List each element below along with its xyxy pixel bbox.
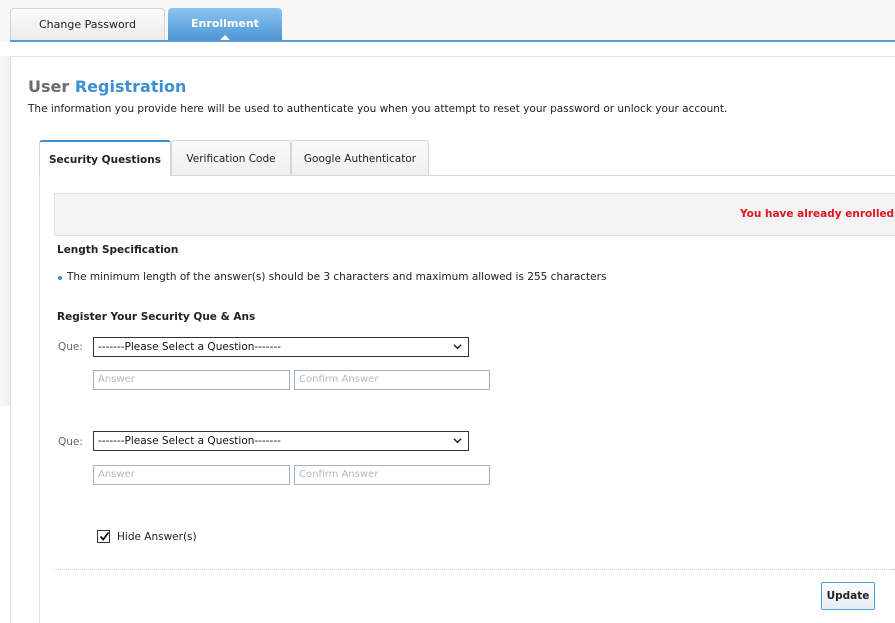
tab-enrollment-label: Enrollment [191,17,259,30]
page-title: User Registration [28,77,186,96]
question-1-selected: -------Please Select a Question------- [98,341,281,353]
chevron-down-icon [453,438,462,444]
confirm-answer-1-input[interactable]: Confirm Answer [294,370,490,390]
tab-verification-code[interactable]: Verification Code [171,140,291,176]
question-2-selected: -------Please Select a Question------- [98,435,281,447]
confirm-answer-2-input[interactable]: Confirm Answer [294,465,490,485]
page-title-part2: Registration [74,77,187,96]
length-spec-heading: Length Specification [57,244,179,256]
answer-2-input[interactable]: Answer [93,465,290,485]
tab-body-border [39,176,40,623]
checkmark-icon [99,531,110,541]
tab-change-password[interactable]: Change Password [10,8,165,40]
tab-security-questions[interactable]: Security Questions [39,140,171,176]
intro-text: The information you provide here will be… [28,103,728,115]
top-nav-underline [10,40,895,42]
hide-answers-checkbox[interactable] [97,530,110,543]
register-heading: Register Your Security Que & Ans [57,311,256,323]
enrolled-message: You have already enrolled f [740,208,895,220]
chevron-down-icon [453,344,462,350]
panel-shadow [0,56,10,406]
question-2-select[interactable]: -------Please Select a Question------- [93,431,469,451]
update-button[interactable]: Update [821,582,875,610]
hide-answers-label: Hide Answer(s) [117,531,197,543]
page-title-part1: User [28,77,70,96]
question-1-select[interactable]: -------Please Select a Question------- [93,337,469,357]
length-rule-text: The minimum length of the answer(s) shou… [67,271,607,283]
answer-1-input[interactable]: Answer [93,370,290,390]
tab-google-authenticator[interactable]: Google Authenticator [291,140,429,176]
footer-divider [54,569,895,570]
question-2-label: Que: [58,436,83,448]
tab-enrollment[interactable]: Enrollment [168,8,282,41]
bullet-icon [58,276,62,280]
tab-divider [171,175,895,176]
question-1-label: Que: [58,341,83,353]
